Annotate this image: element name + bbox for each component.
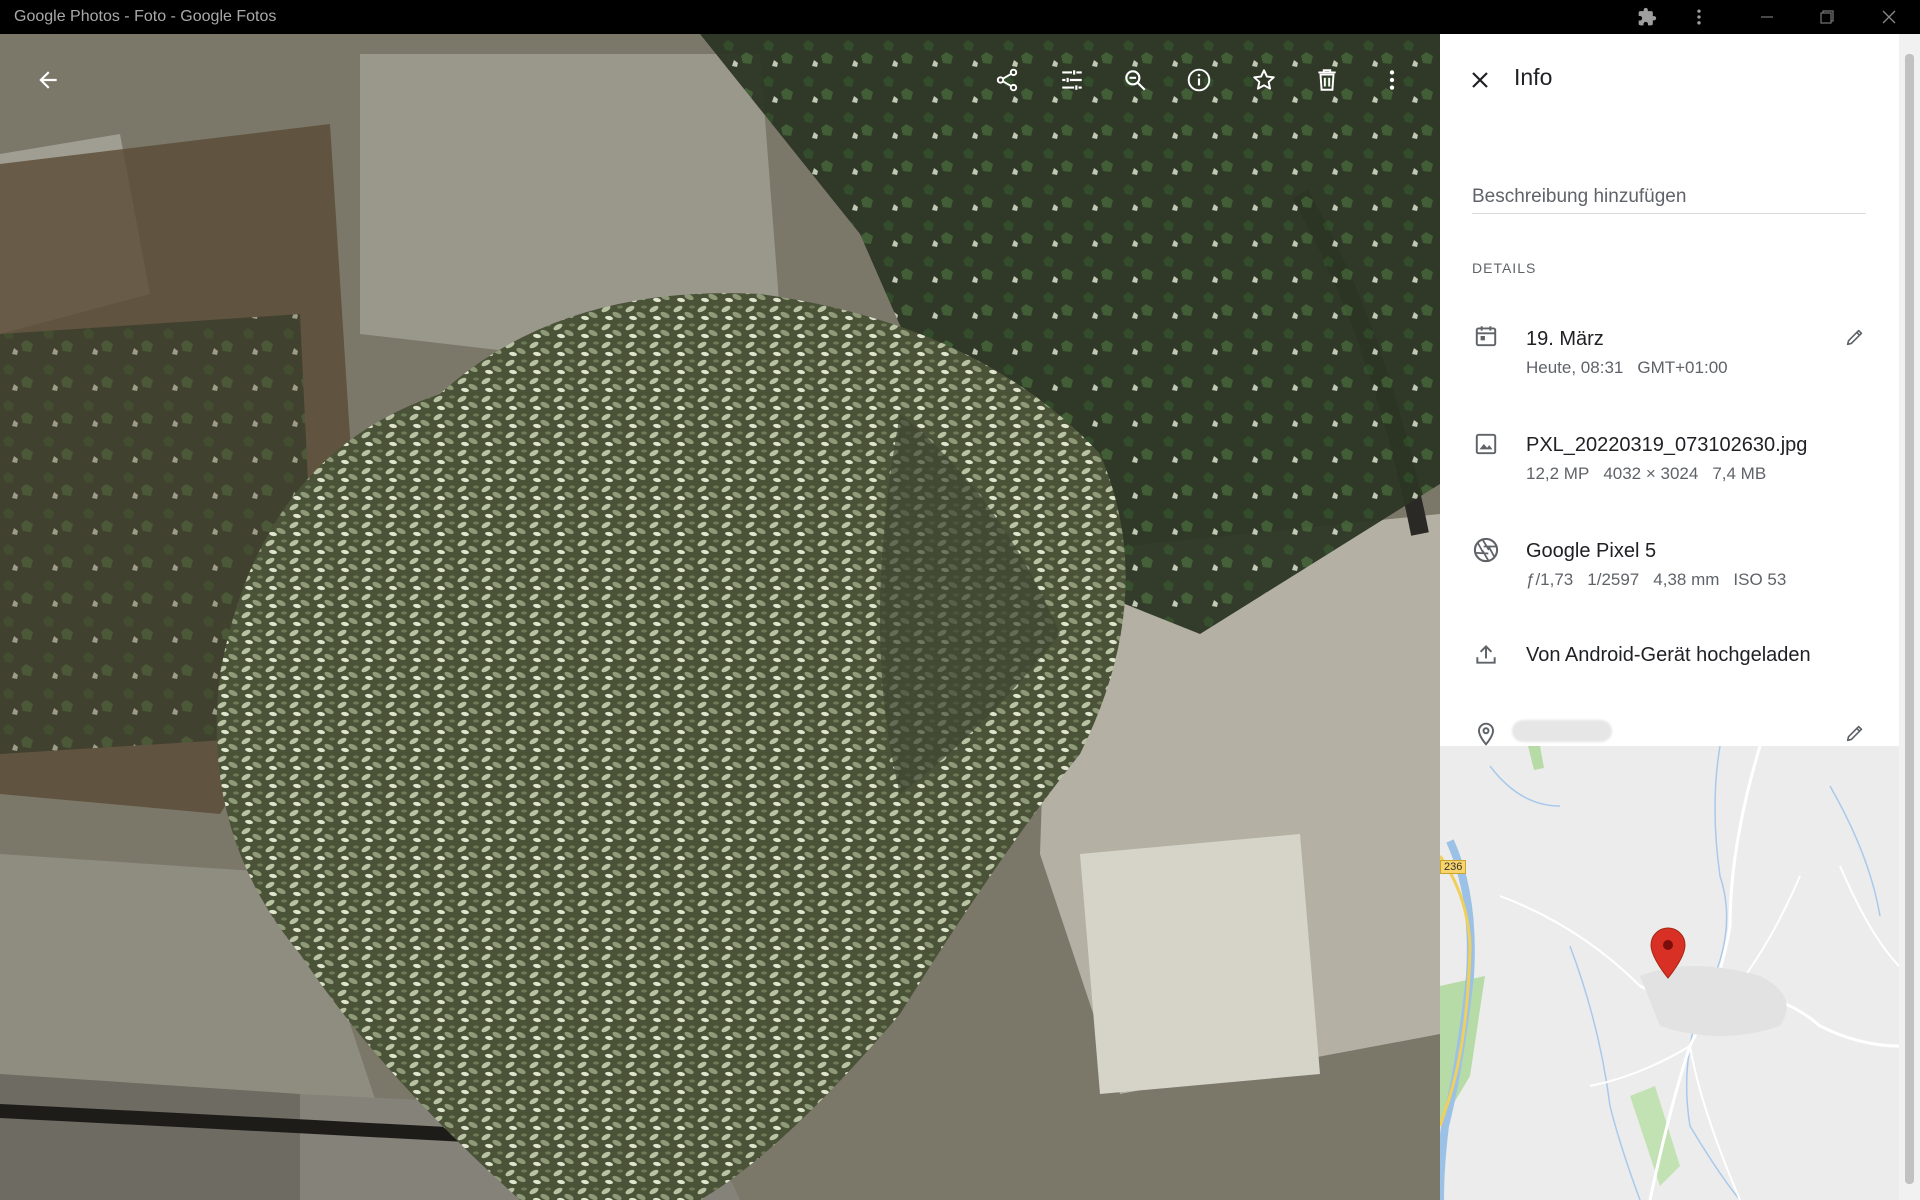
road-label: 236	[1440, 860, 1467, 874]
upload-text: Von Android-Gerät hochgeladen	[1526, 644, 1811, 666]
date-row: 19. März Heute, 08:31 GMT+01:00	[1440, 320, 1899, 380]
camera-aperture: ƒ/1,73	[1526, 570, 1574, 589]
scrollbar[interactable]	[1899, 34, 1920, 1200]
camera-iso: ISO 53	[1733, 570, 1787, 589]
date-secondary: Heute, 08:31 GMT+01:00	[1526, 358, 1742, 378]
info-title: Info	[1514, 64, 1553, 90]
details-label: DETAILS	[1472, 260, 1537, 276]
star-icon[interactable]	[1244, 60, 1284, 100]
calendar-icon	[1472, 322, 1500, 350]
location-pin-icon	[1472, 720, 1500, 748]
file-meta: 12,2 MP 4032 × 3024 7,4 MB	[1526, 464, 1780, 484]
photo-viewer[interactable]	[0, 34, 1440, 1200]
info-icon[interactable]	[1179, 60, 1219, 100]
camera-model: Google Pixel 5	[1526, 540, 1657, 562]
info-panel: Info DETAILS 19. März Heute, 08:31 GMT+01…	[1440, 34, 1899, 1200]
info-header: Info	[1440, 34, 1899, 124]
share-icon[interactable]	[987, 60, 1027, 100]
image-icon	[1472, 430, 1500, 458]
file-resolution: 4032 × 3024	[1603, 464, 1699, 483]
map-graphic	[1440, 746, 1899, 1200]
close-icon[interactable]	[1460, 60, 1500, 100]
window-titlebar: Google Photos - Foto - Google Fotos	[0, 0, 1920, 34]
upload-row: Von Android-Gerät hochgeladen	[1440, 638, 1899, 678]
date-timezone: GMT+01:00	[1637, 358, 1728, 377]
back-arrow-icon[interactable]	[28, 60, 68, 100]
edit-tune-icon[interactable]	[1052, 60, 1092, 100]
edit-date-icon[interactable]	[1838, 320, 1872, 354]
extensions-icon[interactable]	[1624, 0, 1670, 34]
restore-icon[interactable]	[1804, 0, 1850, 34]
file-row: PXL_20220319_073102630.jpg 12,2 MP 4032 ×…	[1440, 426, 1899, 486]
menu-dots-icon[interactable]	[1676, 0, 1722, 34]
upload-icon	[1472, 640, 1500, 668]
trash-icon[interactable]	[1307, 60, 1347, 100]
file-name: PXL_20220319_073102630.jpg	[1526, 434, 1808, 456]
file-size: 7,4 MB	[1712, 464, 1767, 483]
camera-aperture-icon	[1472, 536, 1500, 564]
file-megapixels: 12,2 MP	[1526, 464, 1590, 483]
zoom-icon[interactable]	[1115, 60, 1155, 100]
close-window-icon[interactable]	[1866, 0, 1912, 34]
photo-image	[0, 34, 1440, 1200]
camera-shutter: 1/2597	[1587, 570, 1640, 589]
camera-settings: ƒ/1,73 1/2597 4,38 mm ISO 53	[1526, 570, 1800, 590]
camera-row: Google Pixel 5 ƒ/1,73 1/2597 4,38 mm ISO 53	[1440, 532, 1899, 592]
more-vert-icon[interactable]	[1372, 60, 1412, 100]
date-time: Heute, 08:31	[1526, 358, 1624, 377]
description-input[interactable]	[1472, 180, 1866, 214]
minimize-icon[interactable]	[1744, 0, 1790, 34]
date-primary: 19. März	[1526, 328, 1604, 350]
location-name-redacted	[1512, 720, 1612, 742]
scrollbar-thumb[interactable]	[1905, 54, 1914, 1184]
edit-location-icon[interactable]	[1838, 716, 1872, 750]
photo-toolbar	[0, 34, 1440, 120]
window-title: Google Photos - Foto - Google Fotos	[14, 8, 277, 25]
camera-focal-length: 4,38 mm	[1653, 570, 1720, 589]
location-map[interactable]: 236	[1440, 746, 1899, 1200]
